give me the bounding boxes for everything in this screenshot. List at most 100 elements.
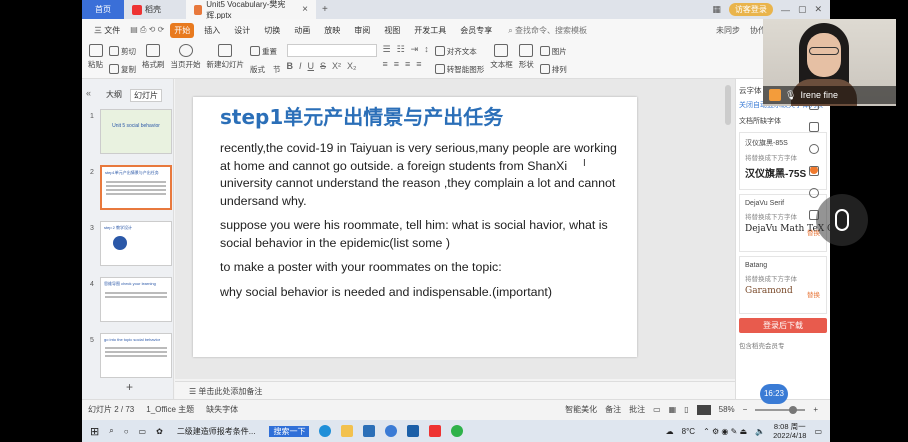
login-button[interactable]: 访客登录 bbox=[728, 3, 773, 16]
menu-animation[interactable]: 动画 bbox=[290, 23, 314, 38]
paste-button[interactable]: 粘贴 bbox=[88, 44, 103, 70]
line-spacing-icon[interactable]: ↕ bbox=[424, 44, 429, 55]
arrange-button[interactable]: 排列 bbox=[539, 62, 567, 76]
wechat-icon[interactable] bbox=[451, 425, 464, 437]
menu-insert[interactable]: 插入 bbox=[200, 23, 224, 38]
taskbar-app[interactable]: 二级建造师报考条件... bbox=[173, 426, 260, 437]
list-buttons[interactable]: ☰ ☷ ⇥ ↕ bbox=[383, 44, 429, 55]
picture-button[interactable]: 图片 bbox=[539, 44, 567, 58]
zoom-out-icon[interactable]: − bbox=[743, 405, 748, 414]
menu-design[interactable]: 设计 bbox=[230, 23, 254, 38]
sync-status[interactable]: 未同步 bbox=[716, 25, 740, 36]
menu-member[interactable]: 会员专享 bbox=[456, 23, 496, 38]
location-icon[interactable] bbox=[809, 188, 819, 198]
font-name-box[interactable] bbox=[286, 44, 377, 57]
menu-review[interactable]: 审阅 bbox=[350, 23, 374, 38]
current-slide[interactable]: step1单元产出情景与产出任务 recently,the covid-19 i… bbox=[193, 97, 637, 357]
subscript-icon[interactable]: X₂ bbox=[347, 61, 357, 71]
app-icon[interactable]: ✿ bbox=[156, 427, 163, 436]
align-text-button[interactable]: 对齐文本 bbox=[434, 44, 485, 58]
justify-icon[interactable]: ≡ bbox=[416, 59, 421, 69]
zoom-level[interactable]: 58% bbox=[719, 405, 735, 414]
taskbar-clock[interactable]: 8:08 周一 2022/4/18 bbox=[773, 422, 806, 440]
close-window-icon[interactable]: ✕ bbox=[814, 4, 822, 15]
start-current-button[interactable]: 当页开始 bbox=[171, 44, 201, 70]
layers-icon[interactable] bbox=[809, 122, 819, 132]
bullet-list-icon[interactable]: ☰ bbox=[383, 44, 391, 55]
comments-toggle[interactable]: 批注 bbox=[629, 404, 645, 415]
indent-icon[interactable]: ⇥ bbox=[411, 44, 419, 55]
task-view-icon[interactable]: ▭ bbox=[139, 427, 147, 436]
menu-start[interactable]: 开始 bbox=[170, 22, 195, 38]
align-left-icon[interactable]: ≡ bbox=[383, 59, 388, 69]
tab-home[interactable]: 首页 bbox=[82, 0, 124, 19]
cortana-icon[interactable]: ○ bbox=[124, 427, 129, 436]
cut-button[interactable]: 剪切 bbox=[109, 44, 136, 58]
notification-icon[interactable]: ▭ bbox=[814, 427, 822, 436]
weather-temp[interactable]: 8°C bbox=[682, 427, 695, 436]
theme-name[interactable]: 1_Office 主题 bbox=[146, 404, 194, 415]
copy-button[interactable]: 复制 bbox=[109, 62, 136, 76]
font-style-buttons[interactable]: B I U S X² X₂ bbox=[287, 61, 377, 71]
normal-view-icon[interactable]: ▭ bbox=[653, 405, 661, 414]
settings-icon[interactable] bbox=[809, 166, 819, 176]
taskbar-search-app[interactable]: 搜索一下 bbox=[269, 425, 310, 437]
login-download-button[interactable]: 登录后下载 bbox=[739, 318, 827, 333]
italic-icon[interactable]: I bbox=[299, 61, 302, 71]
align-right-icon[interactable]: ≡ bbox=[405, 59, 410, 69]
slide-thumbnail[interactable]: Unit 5 social behavior bbox=[100, 109, 172, 154]
zoom-in-icon[interactable]: + bbox=[813, 405, 818, 414]
missing-font-status[interactable]: 缺失字体 bbox=[206, 404, 238, 415]
volume-icon[interactable]: 🔈 bbox=[755, 427, 765, 436]
reset-button[interactable]: 重置 bbox=[250, 44, 281, 58]
grid-icon[interactable]: ▦ bbox=[712, 4, 721, 15]
slide-thumbnail[interactable]: go into the topic social behavior bbox=[100, 333, 172, 378]
align-center-icon[interactable]: ≡ bbox=[394, 59, 399, 69]
strike-icon[interactable]: S bbox=[320, 61, 326, 71]
browser-icon[interactable] bbox=[385, 425, 398, 437]
slide-title[interactable]: step1单元产出情景与产出任务 bbox=[220, 101, 503, 130]
shape-button[interactable]: 形状 bbox=[519, 44, 534, 70]
mute-mic-button[interactable] bbox=[816, 194, 868, 246]
tab-daoke[interactable]: 稻壳 bbox=[124, 0, 186, 19]
file-menu[interactable]: 三 文件 bbox=[90, 23, 124, 38]
sorter-view-icon[interactable]: ▦ bbox=[669, 405, 677, 414]
menu-transition[interactable]: 切换 bbox=[260, 23, 284, 38]
slide-thumbnail[interactable]: 思维导图 check your learning bbox=[100, 277, 172, 322]
collapse-icon[interactable]: « bbox=[86, 88, 91, 98]
edge-icon[interactable] bbox=[319, 425, 332, 437]
add-slide-icon[interactable]: + bbox=[126, 380, 133, 394]
folder-icon[interactable] bbox=[341, 425, 354, 437]
superscript-icon[interactable]: X² bbox=[332, 61, 341, 71]
smart-graphic-button[interactable]: 转智能图形 bbox=[434, 62, 484, 76]
vertical-scrollbar[interactable] bbox=[725, 85, 731, 125]
bold-icon[interactable]: B bbox=[287, 61, 294, 71]
replace-button[interactable]: 替换 bbox=[807, 289, 820, 299]
tray-icons[interactable]: ⌃ ⚙ ◉ ✎ ⏏ bbox=[703, 427, 747, 436]
restore-icon[interactable]: ▢ bbox=[798, 4, 807, 15]
format-painter-button[interactable]: 格式刷 bbox=[142, 44, 165, 70]
close-tab-icon[interactable]: × bbox=[302, 4, 308, 15]
beautify-button[interactable]: 智能美化 bbox=[565, 404, 597, 415]
taskbar-search-icon[interactable]: ⌕ bbox=[109, 426, 113, 436]
help-icon[interactable] bbox=[809, 144, 819, 154]
zoom-slider[interactable] bbox=[755, 405, 806, 414]
slide-thumbnail-selected[interactable]: step1单元产出情景与产出任务 bbox=[100, 165, 172, 210]
textbox-button[interactable]: 文本框 bbox=[490, 44, 513, 70]
menu-developer[interactable]: 开发工具 bbox=[410, 23, 450, 38]
command-search[interactable]: ⌕ 查找命令、搜索模板 bbox=[508, 25, 587, 36]
tab-document[interactable]: Unit5 Vocabulary-樊宪辉.pptx × bbox=[186, 0, 316, 20]
new-slide-button[interactable]: 新建幻灯片 bbox=[207, 44, 244, 70]
photos-icon[interactable] bbox=[407, 425, 420, 437]
numbered-list-icon[interactable]: ☷ bbox=[397, 44, 405, 55]
menu-slideshow[interactable]: 放映 bbox=[320, 23, 344, 38]
slide-thumbnail[interactable]: step 2 教学设计 bbox=[100, 221, 172, 266]
wps-icon[interactable] bbox=[429, 425, 442, 437]
tab-outline[interactable]: 大纲 bbox=[106, 89, 122, 102]
quick-tools[interactable]: ▤ ⎙ ⟲ ⟳ bbox=[130, 25, 164, 35]
layout-button[interactable]: 版式节 bbox=[250, 62, 281, 76]
tab-slides[interactable]: 幻灯片 bbox=[130, 89, 162, 102]
underline-icon[interactable]: U bbox=[308, 61, 315, 71]
slide-body[interactable]: recently,the covid-19 in Taiyuan is very… bbox=[220, 140, 620, 308]
reading-view-icon[interactable]: ▯ bbox=[684, 405, 688, 414]
